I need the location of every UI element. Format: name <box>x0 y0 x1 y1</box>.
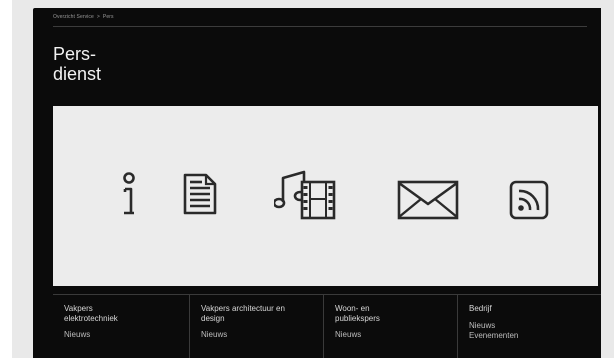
column-link-nieuws[interactable]: Nieuws <box>201 330 323 340</box>
envelope-icon[interactable] <box>397 180 459 220</box>
column-vakpers-elektrotechniek: Vakpers elektrotechniek Nieuws <box>53 295 189 358</box>
page-title-line-2: dienst <box>53 64 102 84</box>
column-link-nieuws[interactable]: Nieuws <box>64 330 189 340</box>
top-divider <box>53 26 587 27</box>
breadcrumb-overzicht-service[interactable]: Overzicht Service <box>53 14 94 20</box>
breadcrumb-separator: > <box>96 14 100 20</box>
info-icon[interactable] <box>120 172 138 218</box>
column-link-nieuws[interactable]: Nieuws <box>469 321 601 331</box>
breadcrumb: Overzicht Service > Pers <box>53 14 114 20</box>
icon-panel <box>53 106 598 286</box>
page-title-line-1: Pers- <box>53 44 97 64</box>
rss-icon[interactable] <box>509 180 549 220</box>
music-film-icon[interactable] <box>274 168 342 220</box>
column-woon-en-publiekspers: Woon- en publiekspers Nieuws <box>323 295 457 358</box>
breadcrumb-pers[interactable]: Pers <box>103 14 114 20</box>
column-vakpers-architectuur: Vakpers architectuur en design Nieuws <box>189 295 323 358</box>
page-title: Pers- dienst <box>53 44 101 84</box>
column-link-nieuws[interactable]: Nieuws <box>335 330 457 340</box>
column-heading[interactable]: Vakpers architectuur en design <box>201 304 293 324</box>
column-bedrijf: Bedrijf Nieuws Evenementen <box>457 295 601 358</box>
document-icon[interactable] <box>182 172 218 216</box>
screen: Overzicht Service > Pers Pers- dienst Va… <box>33 8 601 358</box>
column-heading[interactable]: Vakpers elektrotechniek <box>64 304 144 324</box>
column-link-evenementen[interactable]: Evenementen <box>469 331 601 341</box>
column-heading[interactable]: Bedrijf <box>469 304 601 314</box>
column-heading[interactable]: Woon- en publiekspers <box>335 304 403 324</box>
